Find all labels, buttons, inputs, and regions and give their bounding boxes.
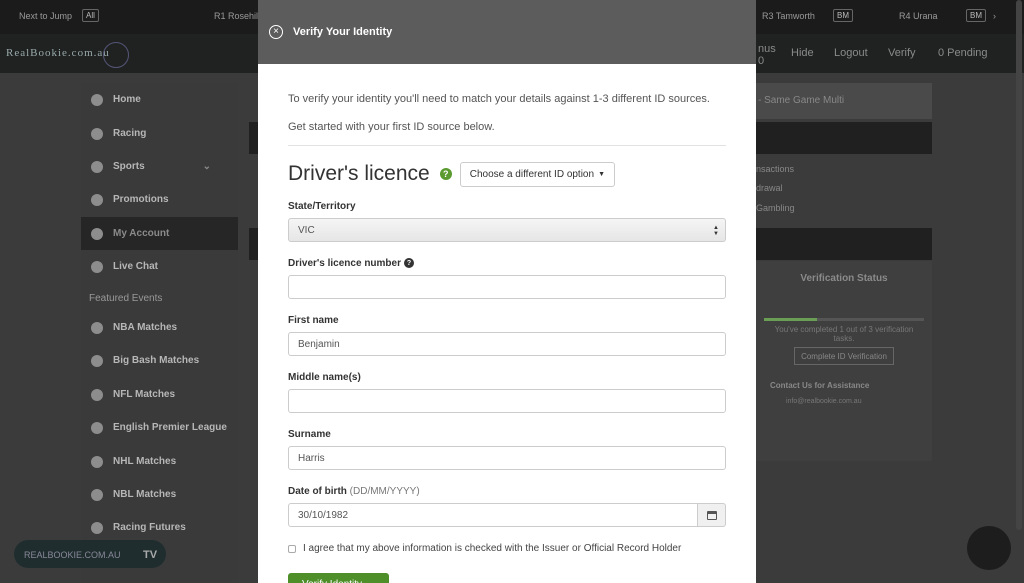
next-arrow-icon[interactable]: › xyxy=(993,11,996,21)
middle-name-label: Middle name(s) xyxy=(288,372,361,383)
race-item[interactable]: R3 Tamworth xyxy=(762,11,815,21)
next-to-jump-label: Next to Jump xyxy=(19,11,73,21)
surname-input[interactable]: Harris xyxy=(288,446,726,470)
verification-progress-text: You've completed 1 out of 3 verification… xyxy=(774,325,914,343)
ball-icon xyxy=(91,160,103,173)
first-name-label: First name xyxy=(288,315,339,326)
first-name-input[interactable]: Benjamin xyxy=(288,332,726,356)
gambling-link[interactable]: Gambling xyxy=(756,203,795,213)
race-tag: BM xyxy=(966,9,986,22)
sidebar-item-my-account[interactable]: My Account xyxy=(81,217,238,250)
modal-body: To verify your identity you'll need to m… xyxy=(258,64,756,554)
caret-down-icon: ▼ xyxy=(598,170,605,178)
intro-text: To verify your identity you'll need to m… xyxy=(288,93,710,105)
agree-row: I agree that my above information is che… xyxy=(288,543,726,554)
modal-header: × Verify Your Identity xyxy=(258,0,756,64)
logo-emblem-icon xyxy=(103,42,129,68)
transactions-link[interactable]: nsactions xyxy=(756,164,794,174)
withdrawal-link[interactable]: drawal xyxy=(756,183,783,193)
help-icon[interactable]: ? xyxy=(403,258,414,268)
soccer-icon xyxy=(91,421,103,434)
dob-input[interactable]: 30/10/1982 xyxy=(288,503,698,527)
state-label: State/Territory xyxy=(288,201,356,212)
licence-number-input[interactable] xyxy=(288,275,726,299)
chat-bubble-icon[interactable] xyxy=(967,526,1011,570)
sidebar-item-sports[interactable]: Sports ⌄ xyxy=(81,150,238,183)
home-icon xyxy=(91,93,103,106)
site-logo[interactable]: RealBookie.com.au xyxy=(6,47,110,59)
chevron-down-icon: ⌄ xyxy=(202,161,212,172)
basketball-icon xyxy=(91,321,103,334)
dob-label: Date of birth (DD/MM/YYYY) xyxy=(288,486,420,497)
modal-title: Verify Your Identity xyxy=(293,26,393,38)
sidebar-item-live-chat[interactable]: Live Chat xyxy=(81,250,238,283)
horse-icon xyxy=(91,127,103,140)
bonus-label: nus xyxy=(758,43,776,55)
dob-group: 30/10/1982 xyxy=(288,503,726,527)
tv-label: TV xyxy=(143,549,158,561)
featured-item[interactable]: English Premier League xyxy=(81,411,238,444)
surname-label: Surname xyxy=(288,429,331,440)
pending-link[interactable]: 0 Pending xyxy=(938,47,988,59)
agree-label: I agree that my above information is che… xyxy=(303,543,682,554)
divider xyxy=(288,145,726,146)
dob-format-hint: (DD/MM/YYYY) xyxy=(349,486,420,497)
id-type-title: Driver's licence xyxy=(288,162,430,185)
sidebar: Home Racing Sports ⌄ Promotions My Accoun… xyxy=(81,83,238,583)
verification-progress-bar xyxy=(764,318,924,321)
agree-checkbox[interactable] xyxy=(288,544,296,553)
basketball-icon xyxy=(91,488,103,501)
trophy-icon xyxy=(91,193,103,206)
calendar-icon xyxy=(706,510,717,520)
id-type-header: Driver's licence ? Choose a different ID… xyxy=(288,160,726,188)
featured-item[interactable]: NBA Matches xyxy=(81,311,238,344)
verify-identity-button[interactable]: Verify Identity xyxy=(288,573,389,583)
verify-identity-modal: × Verify Your Identity To verify your id… xyxy=(258,0,756,583)
intro-text: Get started with your first ID source be… xyxy=(288,121,495,133)
close-icon[interactable]: × xyxy=(269,25,283,39)
bonus-value: 0 xyxy=(758,55,765,67)
tv-logo: REALBOOKIE.COM.AU xyxy=(24,550,121,560)
middle-name-input[interactable] xyxy=(288,389,726,413)
help-icon[interactable]: ? xyxy=(439,168,452,180)
hockey-icon xyxy=(91,455,103,468)
contact-title: Contact Us for Assistance xyxy=(770,381,870,390)
contact-email-link[interactable]: info@realbookie.com.au xyxy=(786,398,932,405)
featured-events-heading: Featured Events xyxy=(89,293,163,304)
promo-banner[interactable]: - Same Game Multi xyxy=(756,83,932,119)
football-icon xyxy=(91,388,103,401)
verify-link[interactable]: Verify xyxy=(888,47,916,59)
hide-link[interactable]: Hide xyxy=(791,47,814,59)
race-item[interactable]: R1 Rosehill xyxy=(214,11,260,21)
select-arrows-icon: ▲ ▼ xyxy=(713,225,719,237)
verification-status-title: Verification Status xyxy=(800,273,888,284)
featured-item[interactable]: Big Bash Matches xyxy=(81,344,238,377)
featured-item[interactable]: NBL Matches xyxy=(81,478,238,511)
sidebar-item-home[interactable]: Home xyxy=(81,83,238,116)
filter-all-tag[interactable]: All xyxy=(82,9,99,22)
realbookie-tv-widget[interactable]: REALBOOKIE.COM.AU TV xyxy=(14,540,166,568)
info-icon xyxy=(91,260,103,273)
licence-number-label: Driver's licence number? xyxy=(288,258,726,269)
choose-id-option-button[interactable]: Choose a different ID option ▼ xyxy=(459,161,615,187)
sidebar-item-promotions[interactable]: Promotions xyxy=(81,183,238,216)
verification-status-panel: Verification Status You've completed 1 o… xyxy=(756,261,932,461)
cricket-icon xyxy=(91,354,103,367)
featured-item[interactable]: NFL Matches xyxy=(81,378,238,411)
page-scrollbar[interactable] xyxy=(1016,0,1022,530)
complete-verification-button[interactable]: Complete ID Verification xyxy=(794,347,894,365)
race-tag: BM xyxy=(833,9,853,22)
sidebar-item-racing[interactable]: Racing xyxy=(81,117,238,150)
logout-link[interactable]: Logout xyxy=(834,47,868,59)
user-icon xyxy=(91,227,103,240)
featured-item[interactable]: NHL Matches xyxy=(81,445,238,478)
horse-icon xyxy=(91,521,103,534)
calendar-button[interactable] xyxy=(698,503,726,527)
race-item[interactable]: R4 Urana xyxy=(899,11,938,21)
state-select[interactable]: VIC ▲ ▼ xyxy=(288,218,726,242)
